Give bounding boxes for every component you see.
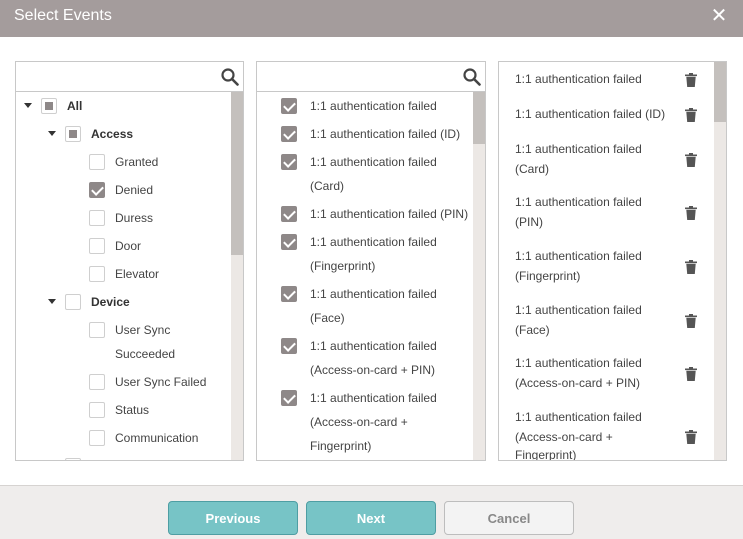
tree-checkbox-user-sync-failed[interactable] (89, 374, 105, 390)
event-scrollbar-thumb[interactable] (473, 92, 485, 144)
event-checkbox[interactable] (281, 206, 297, 222)
tree-checkbox-door[interactable] (89, 238, 105, 254)
next-button[interactable]: Next (306, 501, 436, 535)
event-search-input[interactable] (257, 62, 485, 92)
category-search-row (16, 62, 243, 92)
event-label-line2: (Fingerprint) (310, 259, 376, 273)
event-list: 1:1 authentication failed 1:1 authentica… (257, 93, 473, 460)
category-scrollbar[interactable] (231, 92, 243, 460)
expand-caret-icon[interactable] (48, 131, 56, 136)
event-checkbox[interactable] (281, 154, 297, 170)
tree-label-door: Door (115, 239, 142, 253)
expand-caret-icon[interactable] (24, 103, 32, 108)
tree-label-device: Device (91, 295, 130, 309)
tree-label-user-sync-succeeded-line2: Succeeded (115, 347, 176, 361)
event-label-line2: (Access-on-card + (310, 415, 408, 429)
tree-label-all: All (67, 99, 83, 113)
event-label-line2: (Access-on-card + PIN) (310, 363, 436, 377)
event-label: 1:1 authentication failed (310, 155, 437, 169)
trash-icon[interactable] (685, 108, 697, 122)
tree-checkbox-next[interactable] (65, 458, 81, 460)
selected-event-label-line2: (Face) (515, 323, 550, 337)
tree-checkbox-elevator[interactable] (89, 266, 105, 282)
tree-checkbox-status[interactable] (89, 402, 105, 418)
tree-label-access: Access (91, 127, 134, 141)
tree-checkbox-communication[interactable] (89, 430, 105, 446)
tree-checkbox-duress[interactable] (89, 210, 105, 226)
tree-label-user-sync-failed: User Sync Failed (115, 375, 207, 389)
cancel-button[interactable]: Cancel (444, 501, 574, 535)
tree-label-duress: Duress (115, 211, 154, 225)
event-checkbox[interactable] (281, 338, 297, 354)
trash-icon[interactable] (685, 153, 697, 167)
tree-label-granted: Granted (115, 155, 159, 169)
tree-label-status: Status (115, 403, 150, 417)
category-scrollbar-thumb[interactable] (231, 92, 243, 255)
event-label: 1:1 authentication failed (PIN) (310, 207, 469, 221)
selected-event-label-line2: (Access-on-card + PIN) (515, 376, 641, 390)
event-checkbox[interactable] (281, 390, 297, 406)
event-label: 1:1 authentication failed (310, 99, 437, 113)
tree-label-elevator: Elevator (115, 267, 160, 281)
selected-event-label-line2: (Card) (515, 162, 550, 176)
event-label: 1:1 authentication failed (310, 391, 437, 405)
search-icon[interactable] (463, 68, 481, 86)
selected-event-label-line2: (Fingerprint) (515, 269, 581, 283)
selected-event-label-line3: Fingerprint) (515, 448, 577, 460)
event-label: 1:1 authentication failed (ID) (310, 127, 461, 141)
event-list-panel: 1:1 authentication failed 1:1 authentica… (256, 61, 486, 461)
event-scrollbar[interactable] (473, 92, 485, 460)
previous-button[interactable]: Previous (168, 501, 298, 535)
category-tree-panel: All Access Granted Denied Duress Door El… (15, 61, 244, 461)
trash-icon[interactable] (685, 260, 697, 274)
selected-scrollbar-thumb[interactable] (714, 62, 726, 122)
close-icon[interactable]: ✕ (709, 6, 729, 26)
event-label: 1:1 authentication failed (310, 235, 437, 249)
event-label-line2: (Card) (310, 179, 345, 193)
trash-icon[interactable] (685, 73, 697, 87)
tree-label-user-sync-succeeded-line1: User Sync (115, 323, 171, 337)
select-events-dialog: Select Events ✕ All Access Granted Denie… (0, 0, 743, 539)
tree-label-communication: Communication (115, 431, 199, 445)
trash-icon[interactable] (685, 367, 697, 381)
event-label: 1:1 authentication failed (310, 339, 437, 353)
tree-checkbox-denied[interactable] (89, 182, 105, 198)
tree-label-denied: Denied (115, 183, 154, 197)
trash-icon[interactable] (685, 314, 697, 328)
event-label-line3: Fingerprint) (310, 439, 372, 453)
event-checkbox[interactable] (281, 234, 297, 250)
tree-checkbox-all[interactable] (41, 98, 57, 114)
tree-checkbox-device[interactable] (65, 294, 81, 310)
event-label-line2: (Face) (310, 311, 345, 325)
tree-checkbox-user-sync-succeeded[interactable] (89, 322, 105, 338)
tree-checkbox-granted[interactable] (89, 154, 105, 170)
selected-event-label: 1:1 authentication failed (515, 72, 642, 86)
trash-icon[interactable] (685, 206, 697, 220)
search-icon[interactable] (221, 68, 239, 86)
selected-event-label-line2: (PIN) (515, 215, 543, 229)
event-search-row (257, 62, 485, 92)
selected-scrollbar[interactable] (714, 62, 726, 460)
event-checkbox[interactable] (281, 126, 297, 142)
selected-event-label: 1:1 authentication failed (ID) (515, 107, 666, 121)
selected-events-panel: 1:1 authentication failed 1:1 authentica… (498, 61, 727, 461)
tree-checkbox-access[interactable] (65, 126, 81, 142)
event-checkbox[interactable] (281, 98, 297, 114)
event-checkbox[interactable] (281, 286, 297, 302)
category-tree: All Access Granted Denied Duress Door El… (16, 93, 231, 460)
trash-icon[interactable] (685, 430, 697, 444)
expand-caret-icon[interactable] (48, 299, 56, 304)
dialog-title: Select Events (14, 7, 112, 24)
dialog-footer: Previous Next Cancel (0, 485, 743, 539)
dialog-titlebar: Select Events ✕ (0, 0, 743, 37)
category-search-input[interactable] (16, 62, 243, 92)
event-label: 1:1 authentication failed (310, 287, 437, 301)
selected-events-list: 1:1 authentication failed 1:1 authentica… (499, 62, 714, 460)
